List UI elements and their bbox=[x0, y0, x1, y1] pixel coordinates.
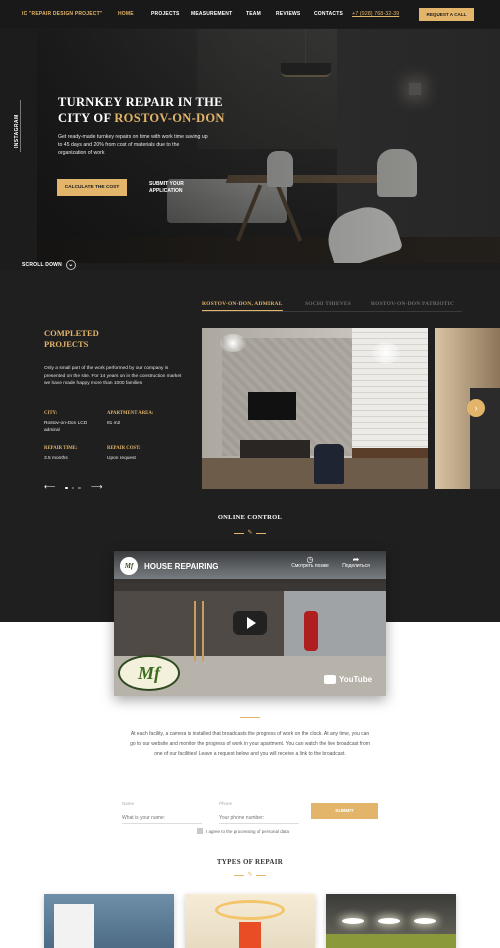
pager-dot-3[interactable] bbox=[78, 486, 81, 489]
repair-cost-label: REPAIR COST: bbox=[107, 446, 141, 451]
channel-logo-icon[interactable]: Mf bbox=[120, 557, 138, 575]
calculate-cost-button[interactable]: CALCULATE THE COST bbox=[57, 179, 127, 196]
repair-type-card-2[interactable] bbox=[185, 894, 315, 948]
slider-next-button[interactable]: › bbox=[467, 399, 485, 417]
arrow-left-icon[interactable]: ⟵ bbox=[44, 482, 55, 491]
consent-checkbox-row[interactable]: I agree to the processing of personal da… bbox=[197, 828, 289, 834]
tab-rostov-admiral[interactable]: ROSTOV-ON-DON, ADMIRAL bbox=[202, 301, 283, 311]
online-control-title: ONLINE CONTROL bbox=[217, 514, 283, 521]
online-control-text: At each facility, a camera is installed … bbox=[130, 731, 370, 757]
hero-subtitle: Get ready-made turnkey repairs on time w… bbox=[58, 134, 208, 156]
nav-link-projects[interactable]: PROJECTS bbox=[151, 11, 180, 17]
phone-field: Phone bbox=[219, 801, 299, 824]
nav-link-reviews[interactable]: REVIEWS bbox=[276, 11, 300, 17]
scroll-down-link[interactable]: SCROLL DOWN ⌄ bbox=[22, 260, 76, 270]
area-label: APARTMENT AREA: bbox=[107, 411, 154, 416]
repair-type-card-3[interactable] bbox=[326, 894, 456, 948]
submit-button[interactable]: SUBMIT bbox=[311, 803, 378, 819]
watch-later-label: Смотреть позже bbox=[291, 563, 329, 569]
repair-cost-value: Upon request bbox=[107, 456, 136, 461]
types-title: TYPES OF REPAIR bbox=[216, 858, 284, 866]
video-player[interactable]: Mf HOUSE REPAIRING ◷ Смотреть позже ➦ Поде… bbox=[114, 551, 386, 696]
nav-phone-link[interactable]: +7 (928) 768-32-39 bbox=[352, 11, 399, 17]
hero-section: INSTAGRAM TURNKEY REPAIR IN THE CITY OF … bbox=[0, 28, 500, 270]
instagram-link[interactable]: INSTAGRAM bbox=[14, 114, 20, 148]
repair-time-label: REPAIR TIME: bbox=[44, 446, 78, 451]
consent-checkbox[interactable] bbox=[197, 828, 203, 834]
youtube-label: YouTube bbox=[339, 675, 373, 684]
watch-later-button[interactable]: ◷ Смотреть позже bbox=[290, 556, 330, 570]
project-slide-photo bbox=[202, 328, 428, 489]
city-label: CITY: bbox=[44, 411, 58, 416]
nav-link-contacts[interactable]: CONTACTS bbox=[314, 11, 343, 17]
scroll-down-label: SCROLL DOWN bbox=[22, 262, 62, 268]
tabs-divider bbox=[202, 311, 462, 312]
project-tabs: ROSTOV-ON-DON, ADMIRAL SOCHI THIEVES ROS… bbox=[0, 301, 500, 313]
hero-title-prefix: CITY OF bbox=[58, 111, 115, 125]
name-input[interactable] bbox=[122, 814, 202, 824]
pager-dots bbox=[63, 482, 83, 491]
submit-application-link[interactable]: SUBMIT YOUR APPLICATION bbox=[149, 181, 199, 195]
share-label: Поделиться bbox=[342, 563, 370, 569]
consent-label: I agree to the processing of personal da… bbox=[206, 828, 290, 834]
pager-dot-1[interactable] bbox=[65, 486, 68, 489]
youtube-logo[interactable]: YouTube bbox=[324, 675, 372, 684]
slider-pager: ⟵ ⟶ bbox=[44, 482, 102, 491]
chevron-down-icon: ⌄ bbox=[65, 260, 76, 270]
youtube-icon bbox=[324, 675, 336, 684]
nav-link-team[interactable]: TEAM bbox=[246, 11, 261, 17]
projects-title: COMPLETED PROJECTS bbox=[44, 328, 99, 349]
name-field-label: Name bbox=[122, 801, 135, 806]
city-value: Rostov-on-Don LCD admiral bbox=[44, 421, 88, 433]
hero-title: TURNKEY REPAIR IN THE CITY OF ROSTOV-ON-… bbox=[58, 94, 298, 126]
hero-title-city: ROSTOV-ON-DON bbox=[114, 111, 225, 125]
hero-title-line1: TURNKEY REPAIR IN THE bbox=[58, 95, 223, 109]
phone-field-label: Phone bbox=[219, 801, 233, 806]
tab-sochi-thieves[interactable]: SOCHI THIEVES bbox=[305, 301, 351, 307]
instagram-divider bbox=[20, 100, 21, 152]
ornament-icon: ✎ bbox=[230, 530, 270, 536]
company-logo-watermark: Mf bbox=[118, 655, 180, 691]
arrow-right-icon[interactable]: ⟶ bbox=[91, 482, 102, 491]
tab-rostov-patriotic[interactable]: ROSTOV-ON-DON PATRIOTIC bbox=[371, 301, 454, 307]
repair-time-value: 3.5 months bbox=[44, 456, 68, 461]
site-logo[interactable]: IC "REPAIR DESIGN PROJECT" bbox=[22, 11, 102, 17]
request-call-button[interactable]: REQUEST A CALL bbox=[419, 8, 474, 21]
top-navbar: IC "REPAIR DESIGN PROJECT" HOME PROJECTS… bbox=[0, 0, 500, 28]
online-control-divider bbox=[240, 717, 260, 718]
nav-link-measurement[interactable]: MEASUREMENT bbox=[191, 11, 232, 17]
play-button[interactable] bbox=[233, 611, 267, 635]
repair-type-card-1[interactable] bbox=[44, 894, 174, 948]
name-field: Name bbox=[122, 801, 202, 824]
projects-description: Only a small part of the work performed … bbox=[44, 366, 182, 386]
nav-link-home[interactable]: HOME bbox=[118, 11, 134, 17]
area-value: 81 m2 bbox=[107, 421, 121, 426]
ornament-icon: ✎ bbox=[230, 872, 270, 878]
share-button[interactable]: ➦ Поделиться bbox=[336, 556, 376, 570]
phone-input[interactable] bbox=[219, 814, 299, 824]
pager-dot-2[interactable] bbox=[71, 486, 75, 489]
video-title[interactable]: HOUSE REPAIRING bbox=[144, 562, 219, 571]
